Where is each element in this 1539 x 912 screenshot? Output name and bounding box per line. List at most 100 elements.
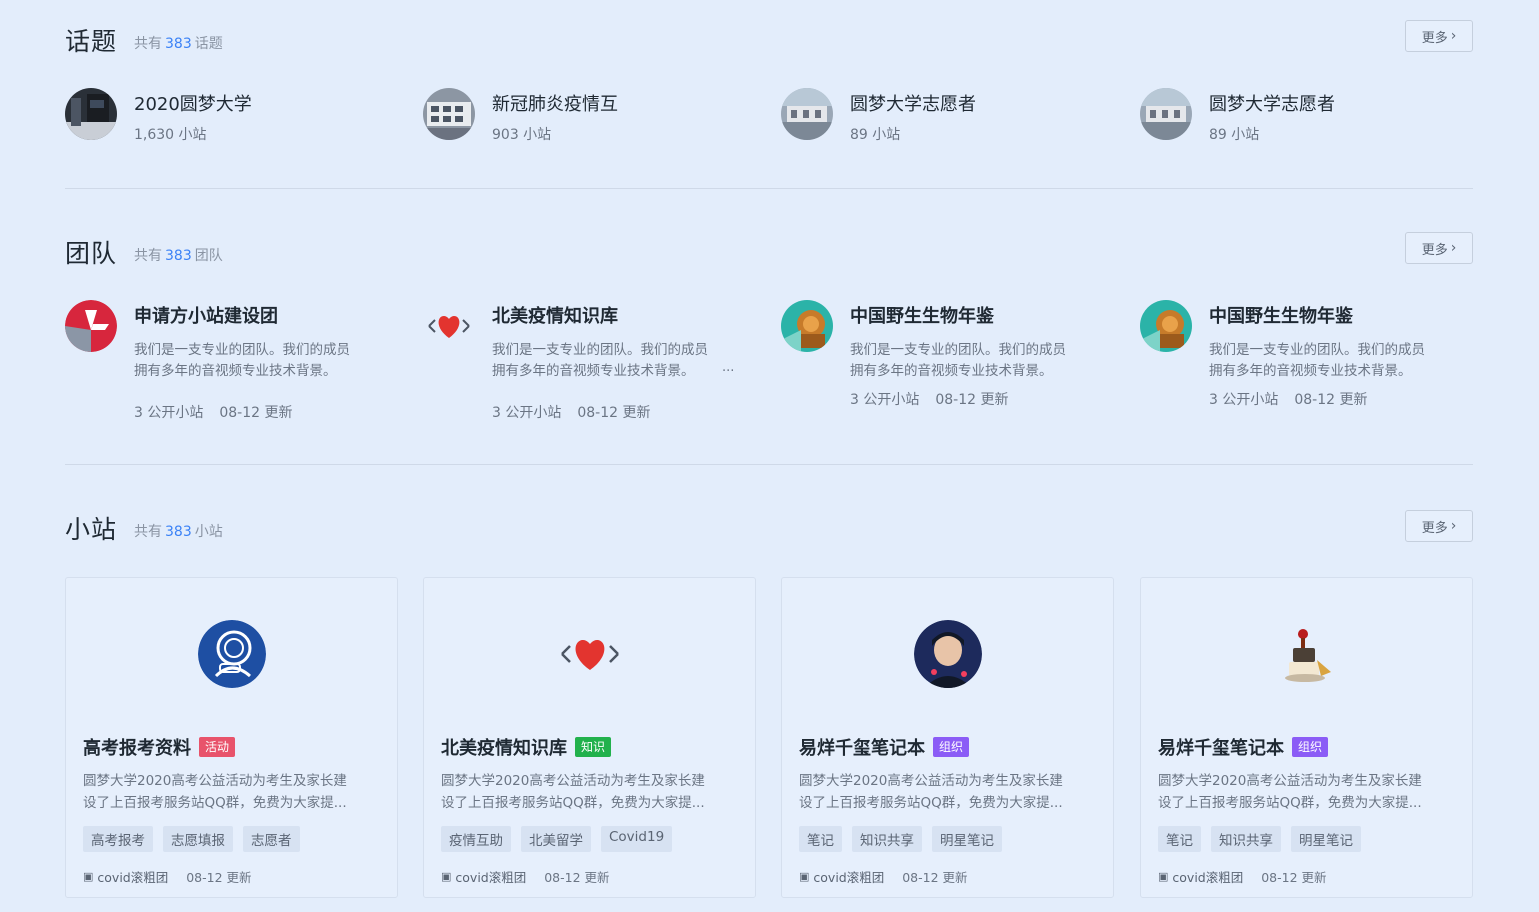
stations-count: 共有 383 小站 (134, 524, 223, 540)
station-badge: 活动 (199, 737, 236, 757)
tag[interactable]: 高考报考 (83, 826, 153, 852)
chevron-right-icon: › (1450, 518, 1457, 534)
team-description: 我们是一支专业的团队。我们的成员 拥有多年的音视频专业技术背景。 (850, 342, 1066, 379)
tag[interactable]: Covid19 (601, 826, 673, 852)
station-card[interactable]: 高考报考资料 活动 圆梦大学2020高考公益活动为考生及家长建 设了上百报考服务站… (65, 577, 398, 898)
tag[interactable]: 笔记 (799, 826, 842, 852)
tag[interactable]: 知识共享 (852, 826, 922, 852)
tag[interactable]: 明星笔记 (932, 826, 1002, 852)
station-title: 高考报考资料 活动 (83, 734, 236, 760)
topic-item[interactable]: 新冠肺炎疫情互 903 小站 (423, 88, 743, 148)
topic-name: 圆梦大学志愿者 (850, 94, 976, 115)
tag[interactable]: 笔记 (1158, 826, 1201, 852)
document-icon: ▣ (799, 870, 810, 883)
team-item[interactable]: 北美疫情知识库 我们是一支专业的团队。我们的成员 拥有多年的音视频专业技术背景。 … (423, 300, 743, 430)
topic-avatar (781, 88, 833, 140)
topics-more-button[interactable]: 更多 › (1405, 20, 1473, 52)
station-owner: covid滚粗团 (1172, 870, 1244, 885)
teams-header: 团队 共有 383 团队 更多 › (65, 232, 1473, 274)
station-card[interactable]: 北美疫情知识库 知识 圆梦大学2020高考公益活动为考生及家长建 设了上百报考服务… (423, 577, 756, 898)
station-owner: covid滚粗团 (813, 870, 885, 885)
stations-count-number: 383 (165, 524, 192, 540)
team-description: 我们是一支专业的团队。我们的成员 拥有多年的音视频专业技术背景。 (1209, 342, 1425, 379)
team-item[interactable]: 中国野生生物年鉴 我们是一支专业的团队。我们的成员 拥有多年的音视频专业技术背景。… (1140, 300, 1460, 430)
station-footer: ▣ covid滚粗团 08-12 更新 (1158, 867, 1327, 886)
topic-stat: 89 小站 (1209, 127, 1260, 143)
chevron-right-icon: › (1450, 240, 1457, 256)
teams-more-button[interactable]: 更多 › (1405, 232, 1473, 264)
tag[interactable]: 知识共享 (1211, 826, 1281, 852)
heart-logo-icon (556, 620, 624, 688)
tag[interactable]: 志愿填报 (163, 826, 233, 852)
station-card[interactable]: 易烊千玺笔记本 组织 圆梦大学2020高考公益活动为考生及家长建 设了上百报考服务… (781, 577, 1114, 898)
divider (65, 464, 1473, 465)
tag[interactable]: 疫情互助 (441, 826, 511, 852)
station-title: 易烊千玺笔记本 组织 (1158, 734, 1329, 760)
team-name: 中国野生生物年鉴 (850, 306, 994, 327)
topic-avatar (65, 88, 117, 140)
station-tags: 高考报考 志愿填报 志愿者 (83, 826, 300, 852)
station-updated: 08-12 更新 (902, 870, 968, 885)
station-badge: 知识 (575, 737, 612, 757)
topic-item[interactable]: 圆梦大学志愿者 89 小站 (1140, 88, 1460, 148)
station-badge: 组织 (933, 737, 970, 757)
station-updated: 08-12 更新 (1261, 870, 1327, 885)
heart-logo-icon (423, 300, 475, 352)
team-logo (65, 300, 117, 352)
divider (65, 188, 1473, 189)
station-description: 圆梦大学2020高考公益活动为考生及家长建 设了上百报考服务站QQ群，免费为大家提… (1158, 773, 1422, 811)
team-logo (781, 300, 833, 352)
station-owner: covid滚粗团 (97, 870, 169, 885)
ellipsis: ... (722, 360, 735, 375)
topic-stat: 903 小站 (492, 127, 552, 143)
team-description: 我们是一支专业的团队。我们的成员 拥有多年的音视频专业技术背景。 (134, 342, 350, 379)
team-meta: 3 公开小站 08-12 更新 (492, 405, 651, 421)
station-footer: ▣ covid滚粗团 08-12 更新 (441, 867, 610, 886)
team-description: 我们是一支专业的团队。我们的成员 拥有多年的音视频专业技术背景。 (492, 342, 708, 379)
team-logo (1140, 300, 1192, 352)
topics-title: 话题 (65, 27, 118, 56)
team-name: 中国野生生物年鉴 (1209, 306, 1353, 327)
topic-name: 圆梦大学志愿者 (1209, 94, 1335, 115)
station-card[interactable]: 易烊千玺笔记本 组织 圆梦大学2020高考公益活动为考生及家长建 设了上百报考服务… (1140, 577, 1473, 898)
cake-avatar-icon (1273, 620, 1341, 688)
team-name: 北美疫情知识库 (492, 306, 618, 327)
station-badge: 组织 (1292, 737, 1329, 757)
station-updated: 08-12 更新 (186, 870, 252, 885)
topic-stat: 1,630 小站 (134, 127, 207, 143)
topic-name: 2020圆梦大学 (134, 94, 252, 115)
person-avatar-icon (914, 620, 982, 688)
station-tags: 疫情互助 北美留学 Covid19 (441, 826, 673, 852)
topic-avatar (423, 88, 475, 140)
teams-title: 团队 (65, 239, 118, 268)
stations-title: 小站 (65, 515, 118, 544)
tag[interactable]: 志愿者 (243, 826, 300, 852)
teams-section: 团队 共有 383 团队 更多 › (65, 232, 1473, 274)
tag[interactable]: 北美留学 (521, 826, 591, 852)
station-title: 易烊千玺笔记本 组织 (799, 734, 970, 760)
topic-name: 新冠肺炎疫情互 (492, 94, 618, 115)
astronaut-avatar-icon (198, 620, 266, 688)
document-icon: ▣ (1158, 870, 1169, 883)
stations-more-button[interactable]: 更多 › (1405, 510, 1473, 542)
station-tags: 笔记 知识共享 明星笔记 (1158, 826, 1361, 852)
station-tags: 笔记 知识共享 明星笔记 (799, 826, 1002, 852)
team-name: 申请方小站建设团 (134, 306, 278, 327)
topics-count: 共有 383 话题 (134, 36, 223, 52)
station-description: 圆梦大学2020高考公益活动为考生及家长建 设了上百报考服务站QQ群，免费为大家提… (441, 773, 705, 811)
stations-header: 小站 共有 383 小站 更多 › (65, 510, 1473, 550)
station-title: 北美疫情知识库 知识 (441, 734, 612, 760)
topics-section: 话题 共有 383 话题 更多 › (65, 20, 1473, 62)
team-meta: 3 公开小站 08-12 更新 (134, 405, 293, 421)
topic-item[interactable]: 2020圆梦大学 1,630 小站 (65, 88, 385, 148)
station-updated: 08-12 更新 (544, 870, 610, 885)
station-footer: ▣ covid滚粗团 08-12 更新 (799, 867, 968, 886)
team-item[interactable]: 申请方小站建设团 我们是一支专业的团队。我们的成员 拥有多年的音视频专业技术背景。… (65, 300, 385, 430)
tag[interactable]: 明星笔记 (1291, 826, 1361, 852)
team-meta: 3 公开小站 08-12 更新 (850, 392, 1009, 408)
topic-stat: 89 小站 (850, 127, 901, 143)
team-item[interactable]: 中国野生生物年鉴 我们是一支专业的团队。我们的成员 拥有多年的音视频专业技术背景。… (781, 300, 1101, 430)
stations-section: 小站 共有 383 小站 更多 › (65, 510, 1473, 550)
topic-item[interactable]: 圆梦大学志愿者 89 小站 (781, 88, 1101, 148)
station-footer: ▣ covid滚粗团 08-12 更新 (83, 867, 252, 886)
